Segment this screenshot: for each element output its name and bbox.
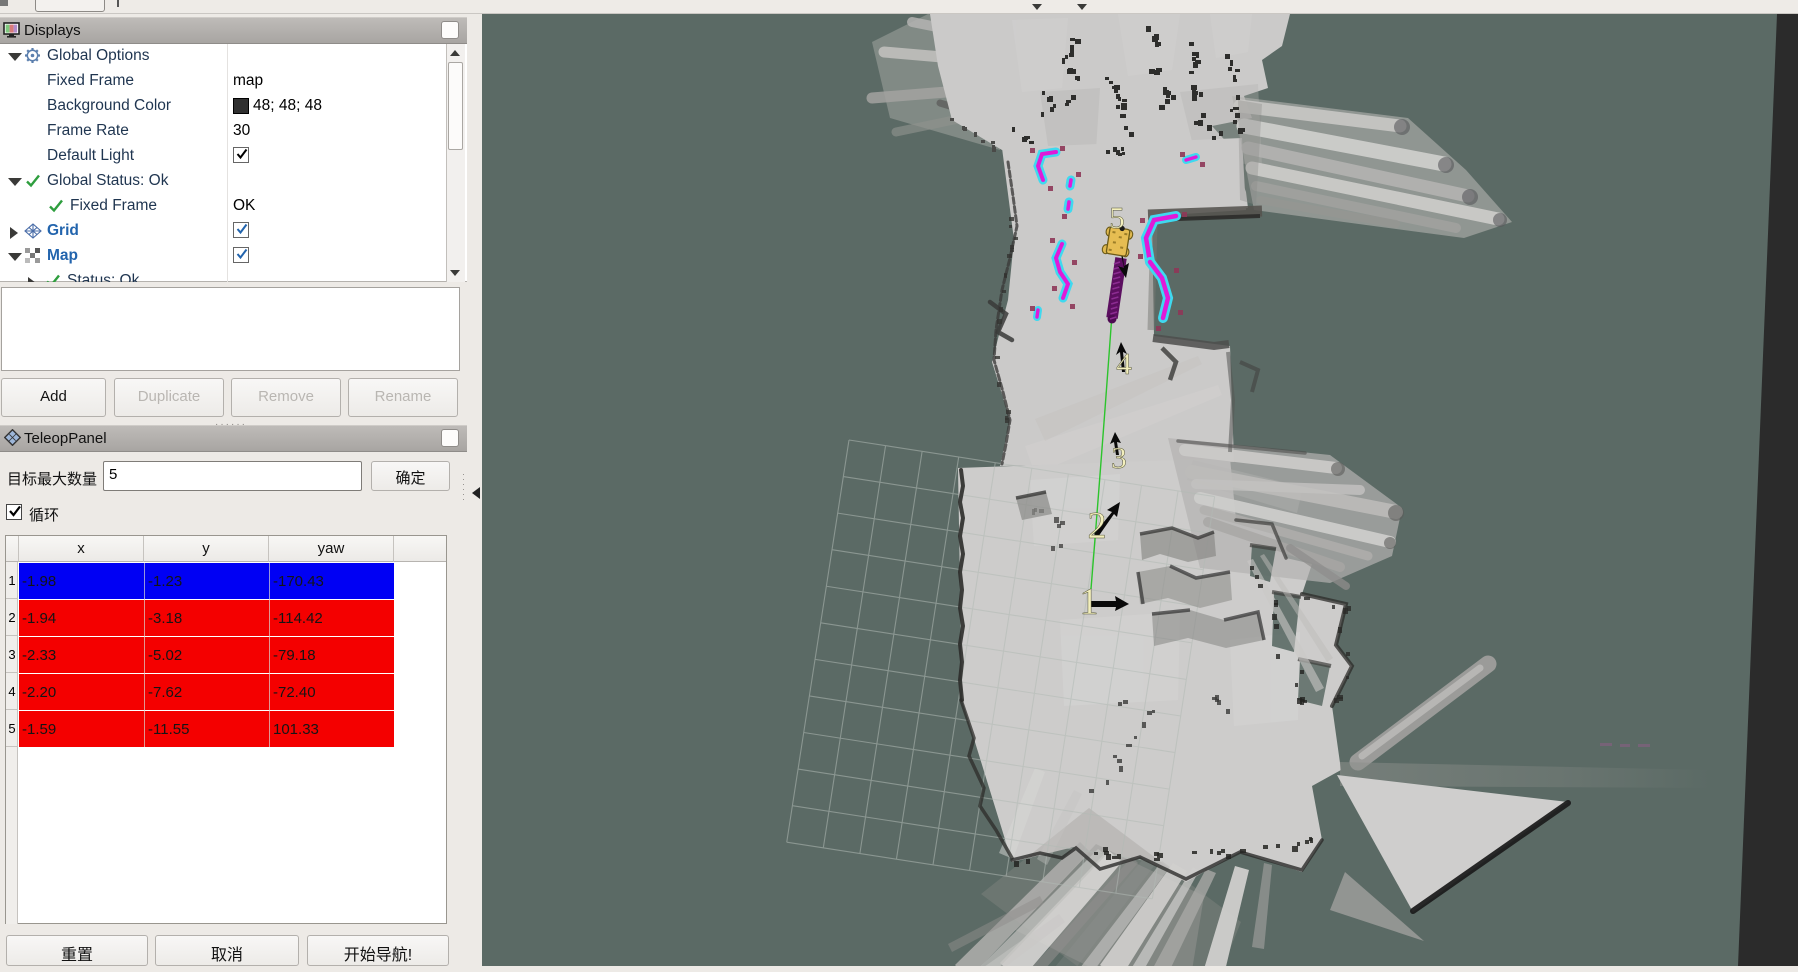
- svg-text:5: 5: [1109, 200, 1125, 235]
- svg-text:1: 1: [1080, 581, 1099, 623]
- svg-text:3: 3: [1111, 440, 1127, 475]
- svg-text:2: 2: [1088, 505, 1107, 547]
- svg-text:4: 4: [1116, 346, 1132, 381]
